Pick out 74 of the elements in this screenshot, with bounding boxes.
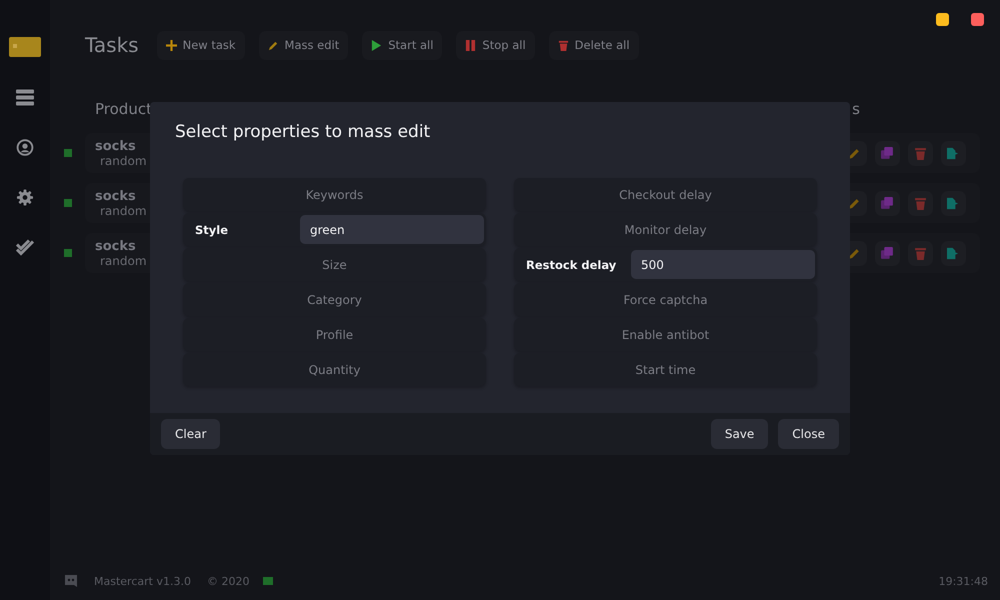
file-arrow-icon: [947, 146, 960, 160]
file-arrow-icon: [947, 196, 960, 210]
pencil-icon: [268, 40, 279, 50]
minimize-button[interactable]: [936, 13, 949, 26]
property-toggle[interactable]: Profile: [183, 318, 486, 351]
pencil-icon: [848, 196, 861, 210]
copy-button[interactable]: [875, 140, 900, 166]
status-indicator: [263, 577, 274, 585]
toolbar-button[interactable]: New task: [156, 30, 245, 60]
delete-button[interactable]: [908, 140, 933, 166]
status-indicator: [64, 199, 72, 207]
play-icon: [371, 40, 382, 50]
delete-button[interactable]: [908, 240, 933, 266]
server-list-icon[interactable]: [16, 89, 34, 106]
copy-icon: [881, 246, 894, 260]
property-toggle[interactable]: Checkout delay: [514, 178, 817, 211]
trash-icon: [914, 196, 927, 210]
status-indicator: [64, 249, 72, 257]
toolbar-button[interactable]: Delete all: [548, 30, 639, 60]
version-text: Mastercart v1.3.0: [94, 574, 191, 588]
copy-icon: [881, 146, 894, 160]
chat-icon[interactable]: [64, 574, 78, 588]
toolbar-button[interactable]: Mass edit: [258, 30, 348, 60]
dialog-title: Select properties to mass edit: [174, 121, 432, 144]
size-text: random: [100, 154, 147, 168]
toolbar-button[interactable]: Stop all: [456, 30, 535, 60]
property-toggle[interactable]: Category: [183, 283, 486, 316]
export-button[interactable]: [941, 140, 966, 166]
page-title: Tasks: [85, 33, 139, 57]
property-label: Style: [195, 222, 230, 236]
product-name: socks: [95, 138, 137, 154]
clock-text: 19:31:48: [938, 574, 988, 588]
product-name: socks: [95, 188, 137, 204]
property-toggle[interactable]: Enable antibot: [514, 318, 817, 351]
trash-icon: [558, 40, 569, 50]
delete-button[interactable]: [908, 190, 933, 216]
copy-button[interactable]: [875, 190, 900, 216]
property-toggle[interactable]: Monitor delay: [514, 213, 817, 246]
file-arrow-icon: [947, 246, 960, 260]
trash-icon: [914, 146, 927, 160]
close-button[interactable]: [971, 13, 984, 26]
export-button[interactable]: [941, 240, 966, 266]
status-indicator: [64, 149, 72, 157]
property-toggle[interactable]: Style green: [183, 213, 486, 246]
pause-icon: [465, 40, 476, 50]
clear-button[interactable]: Clear: [161, 419, 220, 449]
close-button[interactable]: Close: [778, 419, 839, 449]
property-toggle[interactable]: Quantity: [183, 353, 486, 386]
product-name: socks: [95, 238, 137, 254]
property-label: Restock delay: [526, 258, 618, 272]
column-header: s: [852, 100, 860, 118]
size-text: random: [100, 254, 147, 268]
card-logo-icon[interactable]: [9, 37, 41, 57]
user-icon[interactable]: [16, 139, 34, 156]
property-toggle[interactable]: Restock delay 500: [514, 248, 817, 281]
property-toggle[interactable]: Force captcha: [514, 283, 817, 316]
column-header: Product: [95, 100, 152, 118]
plus-icon: [166, 40, 177, 50]
trash-icon: [914, 246, 927, 260]
export-button[interactable]: [941, 190, 966, 216]
copyright-text: © 2020: [206, 574, 250, 588]
toolbar-button[interactable]: Start all: [362, 30, 442, 60]
save-button[interactable]: Save: [710, 419, 768, 449]
property-toggle[interactable]: Size: [183, 248, 486, 281]
input-field[interactable]: green: [300, 215, 484, 244]
copy-icon: [881, 196, 894, 210]
property-toggle[interactable]: Keywords: [183, 178, 486, 211]
input-field[interactable]: 500: [631, 250, 815, 279]
copy-button[interactable]: [875, 240, 900, 266]
property-toggle[interactable]: Start time: [514, 353, 817, 386]
double-check-icon[interactable]: [16, 239, 34, 256]
size-text: random: [100, 204, 147, 218]
pencil-icon: [848, 246, 861, 260]
pencil-icon: [848, 146, 861, 160]
